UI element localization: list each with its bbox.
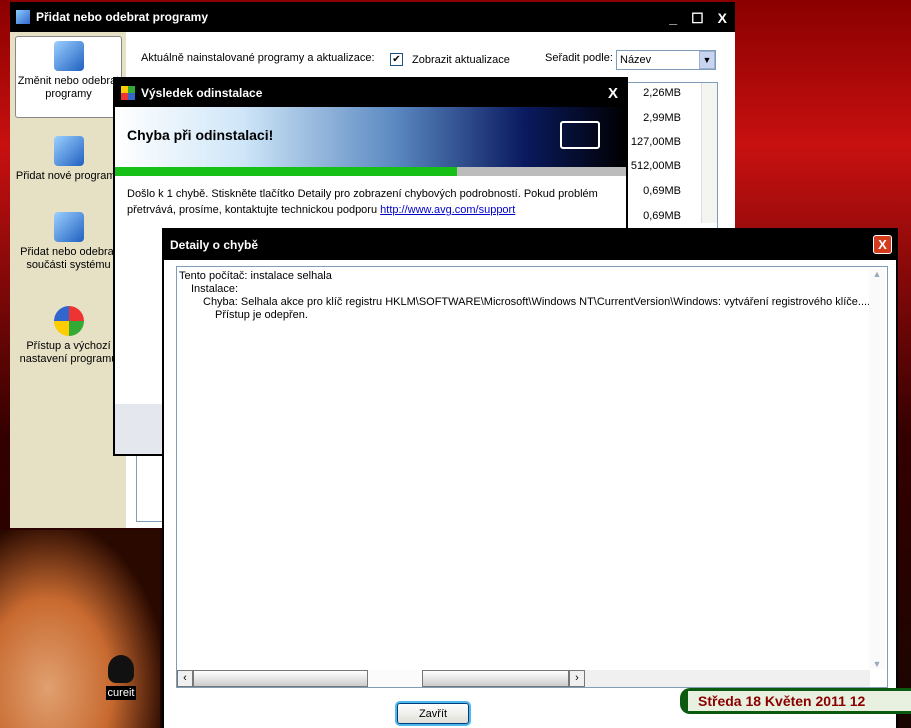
- program-size: 0,69MB: [643, 185, 681, 197]
- error-heading: Chyba při odinstalaci!: [127, 127, 274, 143]
- vertical-scrollbar[interactable]: ▲ ▼: [869, 269, 885, 669]
- close-button[interactable]: X: [608, 85, 618, 102]
- detail-line: Chyba: Selhala akce pro klíč registru HK…: [203, 296, 871, 308]
- title-bar: Detaily o chybě X: [164, 230, 896, 260]
- scroll-up-icon[interactable]: ▲: [869, 269, 885, 279]
- app-icon: [16, 10, 30, 24]
- computer-gear-icon: [560, 121, 600, 149]
- sidebar-label: Přidat nebo odebrat součásti systému: [20, 246, 117, 271]
- sort-label: Seřadit podle:: [545, 52, 613, 64]
- title-bar: Výsledek odinstalace X: [115, 79, 626, 107]
- programs-icon: [53, 41, 84, 71]
- close-dialog-button[interactable]: Zavřít: [397, 703, 469, 724]
- support-link[interactable]: http://www.avg.com/support: [380, 204, 515, 216]
- sidebar: Změnit nebo odebrat programy Přidat nové…: [10, 32, 126, 528]
- add-programs-icon: [53, 136, 84, 166]
- sidebar-label: Přístup a výchozí nastavení programů: [19, 340, 118, 365]
- spider-icon: [108, 655, 134, 683]
- progress-bar: [115, 167, 626, 176]
- sidebar-item-change-remove[interactable]: Změnit nebo odebrat programy: [15, 36, 122, 118]
- list-scrollbar[interactable]: [701, 83, 717, 223]
- minimize-button[interactable]: _: [669, 10, 677, 27]
- window-title: Přidat nebo odebrat programy: [36, 10, 209, 24]
- installed-label: Aktuálně nainstalované programy a aktual…: [141, 52, 375, 64]
- program-size: 0,69MB: [643, 210, 681, 222]
- close-button[interactable]: X: [718, 10, 727, 27]
- dialog-title: Detaily o chybě: [170, 238, 259, 252]
- progress-fill: [115, 167, 458, 176]
- horizontal-scrollbar[interactable]: ‹ ›: [177, 670, 870, 687]
- message-text: Došlo k 1 chybě. Stiskněte tlačítko Deta…: [127, 188, 598, 216]
- details-textbox[interactable]: Tento počítač: instalace selhala Instala…: [176, 266, 888, 688]
- sidebar-item-components[interactable]: Přidat nebo odebrat součásti systému: [15, 208, 122, 272]
- sidebar-label: Změnit nebo odebrat programy: [17, 75, 120, 100]
- program-size: 512,00MB: [630, 160, 681, 172]
- detail-line: Instalace:: [191, 283, 239, 295]
- maximize-button[interactable]: ☐: [691, 10, 704, 27]
- program-size: 2,26MB: [643, 87, 681, 99]
- scroll-track-right[interactable]: [422, 670, 569, 687]
- scroll-thumb[interactable]: [368, 670, 422, 687]
- close-button[interactable]: X: [873, 235, 892, 254]
- sidebar-item-defaults[interactable]: Přístup a výchozí nastavení programů: [15, 302, 122, 366]
- desktop-icon-cureit[interactable]: cureit: [100, 655, 142, 700]
- clock-widget: Středa 18 Květen 2011 12: [680, 688, 911, 714]
- show-updates-label[interactable]: Zobrazit aktualizace: [412, 54, 510, 66]
- scroll-left-icon[interactable]: ‹: [177, 670, 193, 687]
- chevron-down-icon: ▼: [699, 51, 715, 69]
- detail-line: Přístup je odepřen.: [215, 309, 308, 321]
- avg-icon: [121, 86, 135, 100]
- defaults-icon: [53, 306, 84, 336]
- error-message: Došlo k 1 chybě. Stiskněte tlačítko Deta…: [127, 186, 607, 218]
- show-updates-checkbox[interactable]: ✔: [390, 53, 403, 66]
- sidebar-label: Přidat nové programy: [15, 170, 122, 182]
- program-size: 127,00MB: [630, 136, 681, 148]
- error-details-dialog: Detaily o chybě X Tento počítač: instala…: [162, 228, 898, 728]
- components-icon: [53, 212, 84, 242]
- banner: Chyba při odinstalaci!: [115, 107, 626, 167]
- sidebar-item-add-new[interactable]: Přidat nové programy: [15, 132, 122, 183]
- title-bar: Přidat nebo odebrat programy _ ☐ X: [10, 2, 735, 32]
- scroll-right-icon[interactable]: ›: [569, 670, 585, 687]
- scroll-track-left[interactable]: [193, 670, 368, 687]
- sort-select[interactable]: Název ▼: [616, 50, 716, 70]
- detail-line: Tento počítač: instalace selhala: [179, 270, 332, 282]
- icon-label: cureit: [105, 686, 137, 700]
- clock-text: Středa 18 Květen 2011 12: [688, 691, 911, 711]
- sort-value: Název: [620, 54, 652, 66]
- program-size: 2,99MB: [643, 112, 681, 124]
- scroll-down-icon[interactable]: ▼: [869, 659, 885, 669]
- dialog-title: Výsledek odinstalace: [141, 86, 263, 100]
